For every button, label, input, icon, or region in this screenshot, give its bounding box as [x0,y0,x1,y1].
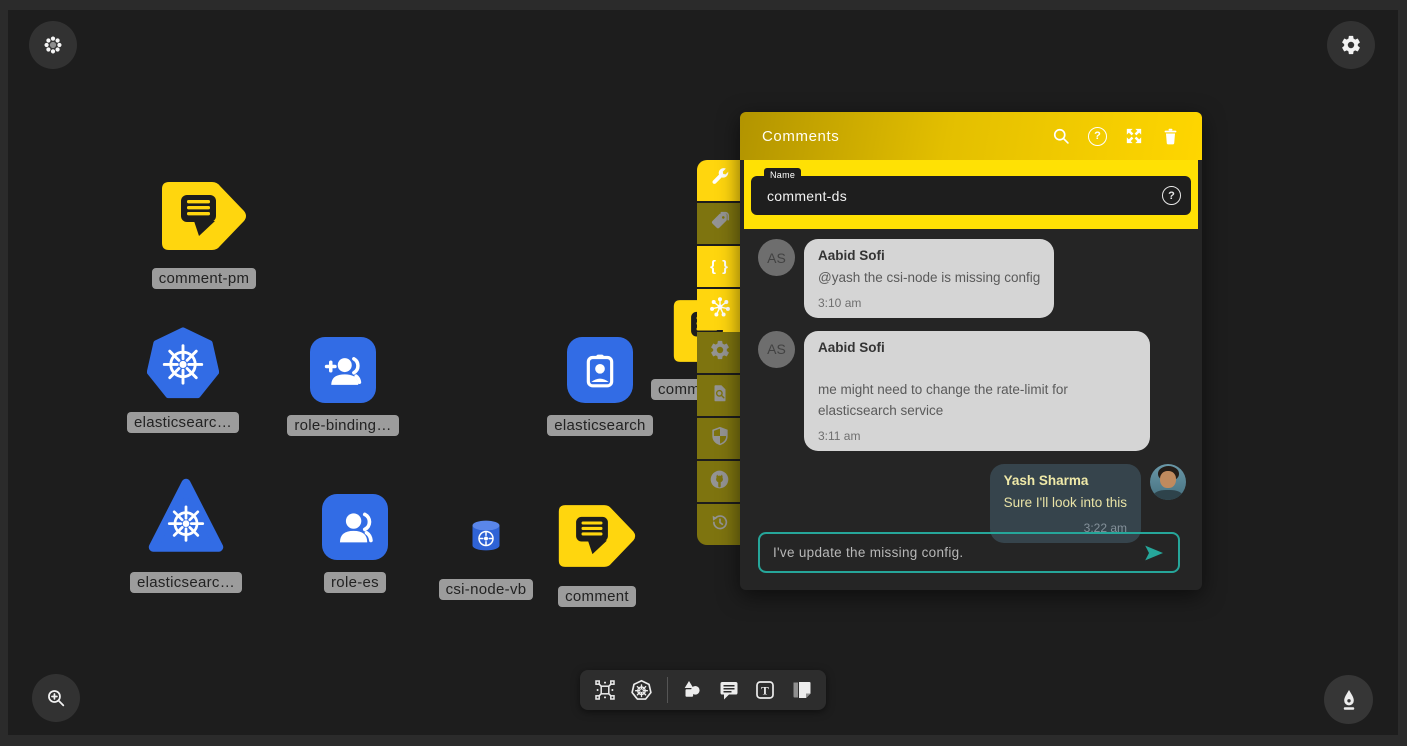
network-design-icon[interactable] [593,678,617,702]
kubernetes-icon[interactable] [629,678,654,703]
message-input-row [758,532,1180,573]
flower-icon [42,34,64,56]
message-author: Yash Sharma [1004,473,1127,488]
zoom-in-icon [45,687,67,709]
storage-cylinder-icon [469,519,503,558]
avatar: AS [758,331,795,368]
comment-flag-icon [160,180,248,257]
node-comment-pm[interactable]: comment-pm [144,180,264,289]
node-label: elasticsearc… [127,412,239,433]
gear-icon [1340,34,1362,56]
add-users-icon [310,337,376,403]
wrench-icon [709,167,731,194]
tab-tags[interactable] [697,203,742,244]
message: AS Aabid Sofi @yash the csi-node is miss… [758,239,1186,318]
comments-panel: Comments ? [740,112,1202,590]
file-search-icon [709,382,731,409]
expand-icon[interactable] [1124,126,1144,146]
tab-hub-flower[interactable] [697,289,742,330]
message-text: Sure I'll look into this [1004,493,1127,514]
shape-toolbar: T [580,670,826,710]
node-label: role-es [324,572,386,593]
braces-icon: { } [710,258,729,275]
hub-flower-icon [708,295,732,324]
message-input[interactable] [773,545,1142,560]
node-elasticsearch-pod[interactable]: elasticsearc… [126,478,246,593]
panel-side-toolbar: { } [697,160,742,545]
message-list[interactable]: AS Aabid Sofi @yash the csi-node is miss… [740,229,1202,543]
node-label: elasticsearc… [130,572,242,593]
pen-tool-button[interactable] [1324,675,1373,724]
tab-settings[interactable] [697,332,742,373]
kubernetes-heptagon-icon [147,327,219,404]
id-badge-icon [567,337,633,403]
message-bubble: Aabid Sofi me might need to change the r… [804,331,1150,451]
help-icon[interactable]: ? [1088,127,1107,146]
tab-history[interactable] [697,504,742,545]
github-icon [708,468,731,496]
kubernetes-triangle-icon [148,478,224,559]
pen-nib-icon [1337,688,1361,712]
shield-icon [709,425,731,452]
tab-shield[interactable] [697,418,742,459]
node-label: csi-node-vb [439,579,534,600]
message-bubble: Yash Sharma Sure I'll look into this 3:2… [990,464,1141,543]
node-comment[interactable]: comment [537,501,657,607]
avatar [1150,464,1186,500]
tab-file-search[interactable] [697,375,742,416]
history-icon [709,511,731,538]
node-label: comment-pm [152,268,257,289]
message-time: 3:10 am [818,296,1040,310]
users-icon [322,494,388,560]
message-author: Aabid Sofi [818,248,1040,263]
panel-title: Comments [762,128,839,145]
flower-menu-button[interactable] [29,21,77,69]
node-elasticsearch-sa[interactable]: elasticsearch [540,337,660,436]
tab-braces[interactable]: { } [697,246,742,287]
node-role-es[interactable]: role-es [295,494,415,593]
message-author: Aabid Sofi [818,340,1136,355]
message: Yash Sharma Sure I'll look into this 3:2… [758,464,1186,543]
message-time: 3:11 am [818,429,1136,443]
shapes-icon[interactable] [680,678,704,702]
comment-icon[interactable] [717,678,741,702]
node-label: elasticsearch [547,415,652,436]
settings-button[interactable] [1327,21,1375,69]
node-csi-node-vb[interactable]: csi-node-vb [426,519,546,600]
name-section: Name ? [744,160,1198,229]
tab-wrench[interactable] [697,160,742,201]
search-icon[interactable] [1051,126,1071,146]
message: AS Aabid Sofi me might need to change th… [758,331,1186,451]
node-elasticsearch-deployment[interactable]: elasticsearc… [123,327,243,433]
tags-icon [709,210,731,237]
avatar: AS [758,239,795,276]
text-tool-icon[interactable]: T [753,678,777,702]
message-text: @yash the csi-node is missing config [818,268,1040,289]
gear-icon [709,339,731,366]
help-icon[interactable]: ? [1162,186,1181,205]
node-label: comment [558,586,636,607]
message-text: me might need to change the rate-limit f… [818,380,1136,422]
svg-text:T: T [761,685,769,697]
comments-panel-header[interactable]: Comments ? [740,112,1202,160]
node-role-binding[interactable]: role-binding… [283,337,403,436]
name-input[interactable] [751,176,1191,215]
zoom-button[interactable] [32,674,80,722]
tab-github[interactable] [697,461,742,502]
note-icon[interactable] [790,678,814,702]
name-input-label: Name [764,168,801,182]
message-bubble: Aabid Sofi @yash the csi-node is missing… [804,239,1054,318]
send-icon[interactable] [1142,541,1166,565]
delete-icon[interactable] [1161,127,1180,146]
node-label: role-binding… [287,415,398,436]
comment-flag-icon [557,501,637,576]
toolbar-divider [667,677,668,703]
